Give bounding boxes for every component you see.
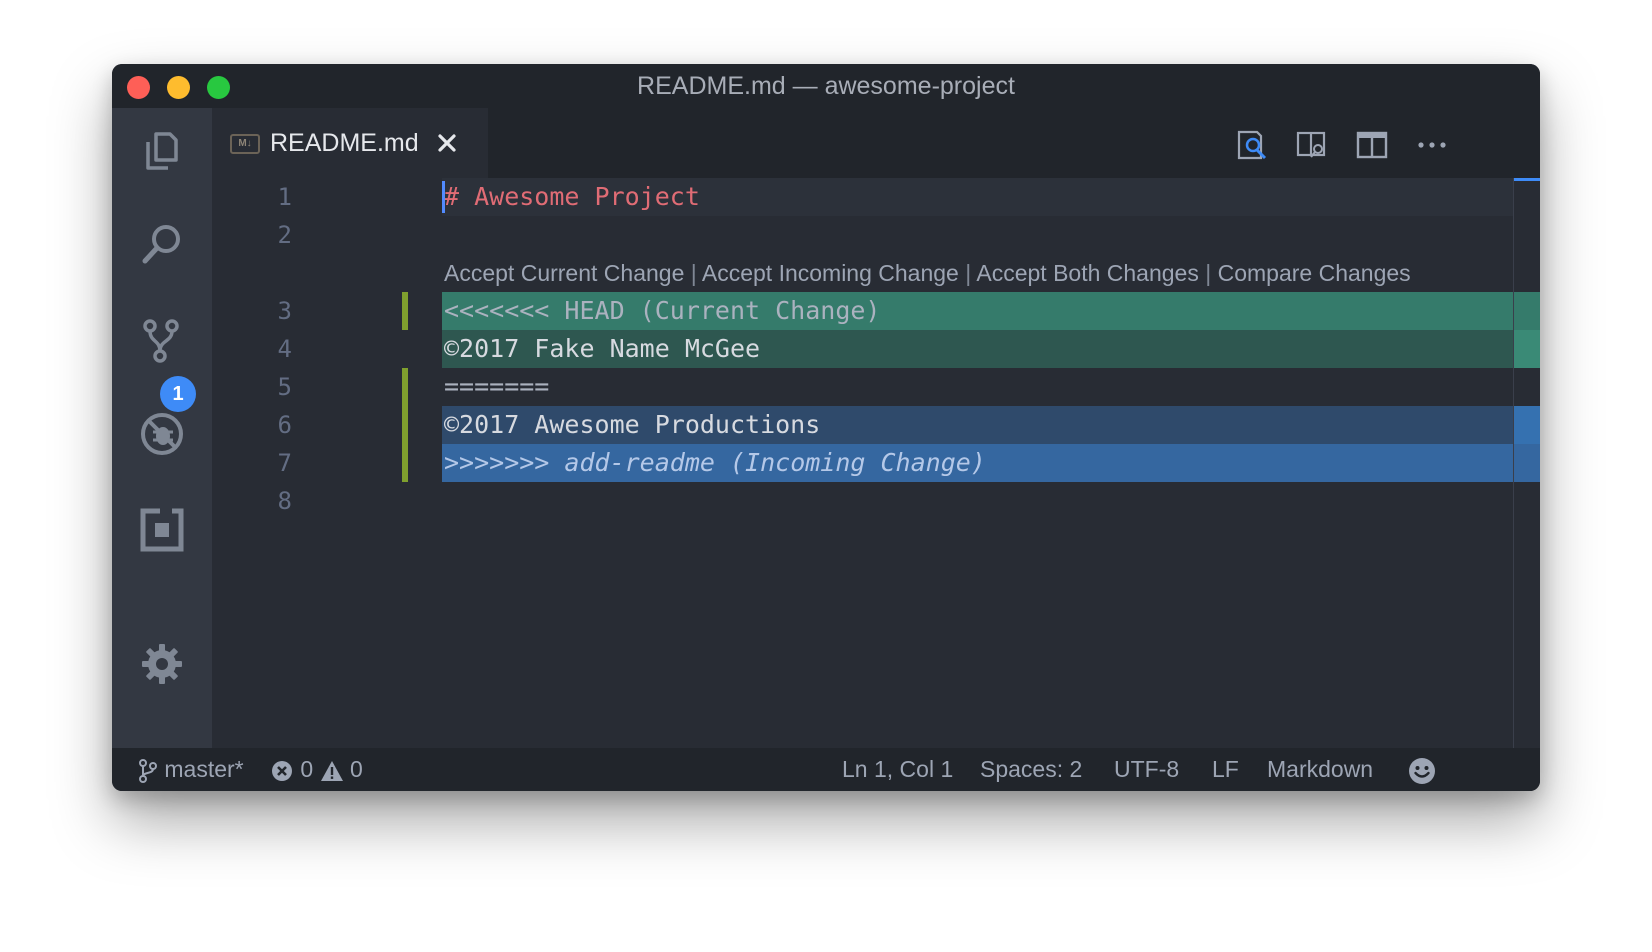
text-cursor — [442, 181, 445, 213]
window-title: README.md — awesome-project — [637, 72, 1015, 100]
tab-label: README.md — [270, 129, 419, 157]
line-number: 4 — [277, 335, 292, 363]
smiley-icon — [1409, 757, 1435, 784]
git-gutter-marker[interactable] — [402, 368, 408, 482]
overview-ruler-incoming — [1514, 444, 1540, 482]
extensions-icon[interactable] — [138, 506, 186, 554]
git-branch-icon — [139, 758, 157, 783]
cursor-position[interactable]: Ln 1, Col 1 — [842, 748, 953, 791]
merge-conflict-codelens: Accept Current Change | Accept Incoming … — [444, 254, 1411, 292]
code-line-incoming-header[interactable]: >>>>>>> add-readme (Incoming Change) — [442, 444, 1514, 482]
overview-ruler-current — [1514, 292, 1540, 330]
line-number: 6 — [277, 411, 292, 439]
overview-ruler-incoming — [1514, 406, 1540, 444]
branch-status[interactable]: master* — [138, 748, 244, 791]
close-icon[interactable] — [434, 130, 460, 156]
language-mode[interactable]: Markdown — [1267, 748, 1373, 791]
compare-changes-link[interactable]: Compare Changes — [1218, 260, 1411, 286]
line-number: 3 — [277, 297, 292, 325]
eol-status[interactable]: LF — [1212, 748, 1239, 791]
codelens-separator: | — [965, 260, 972, 286]
open-preview-side-icon[interactable] — [1295, 128, 1329, 162]
source-control-badge: 1 — [160, 376, 196, 412]
editor-area[interactable]: 1 2 3 4 5 6 7 8 # Awesome Project Accept… — [212, 178, 1540, 748]
line-number: 5 — [277, 373, 292, 401]
line-number: 1 — [277, 183, 292, 211]
source-control-icon[interactable] — [138, 316, 186, 364]
accept-both-changes-link[interactable]: Accept Both Changes — [976, 260, 1198, 286]
warning-icon — [320, 760, 343, 781]
accept-incoming-change-link[interactable]: Accept Incoming Change — [702, 260, 959, 286]
title-bar: README.md — awesome-project — [112, 64, 1540, 108]
overview-ruler-current — [1514, 330, 1540, 368]
tab-readme[interactable]: M↓ README.md — [212, 108, 488, 178]
feedback-button[interactable] — [1408, 748, 1436, 791]
editor-window: README.md — awesome-project 1 M↓ README.… — [112, 64, 1540, 791]
git-gutter-marker[interactable] — [402, 292, 408, 330]
code-line-separator[interactable]: ======= — [442, 368, 1514, 406]
code-line-current-content[interactable]: ©2017 Fake Name McGee — [442, 330, 1514, 368]
open-preview-icon[interactable] — [1235, 128, 1269, 162]
branch-name: master* — [164, 756, 244, 782]
problems-status[interactable]: 0 0 — [270, 748, 363, 791]
tab-bar: M↓ README.md — [212, 108, 1540, 178]
indentation-status[interactable]: Spaces: 2 — [980, 748, 1082, 791]
debug-icon[interactable] — [138, 410, 186, 458]
warning-count: 0 — [349, 756, 363, 782]
overview-ruler-cursor — [1514, 178, 1540, 181]
error-count: 0 — [300, 756, 314, 782]
search-icon[interactable] — [138, 220, 186, 268]
split-editor-icon[interactable] — [1355, 128, 1389, 162]
line-number: 7 — [277, 449, 292, 477]
gear-icon[interactable] — [138, 640, 186, 688]
incoming-branch-label: add-readme (Incoming Change) — [564, 448, 986, 477]
markdown-file-icon: M↓ — [230, 134, 260, 154]
error-icon — [272, 760, 292, 781]
codelens-separator: | — [1205, 260, 1212, 286]
encoding-status[interactable]: UTF-8 — [1114, 748, 1179, 791]
accept-current-change-link[interactable]: Accept Current Change — [444, 260, 684, 286]
codelens-separator: | — [690, 260, 697, 286]
code-line-incoming-content[interactable]: ©2017 Awesome Productions — [442, 406, 1514, 444]
line-number: 8 — [277, 487, 292, 515]
conflict-marker: >>>>>>> — [444, 448, 565, 477]
status-bar: master* 0 0 Ln 1, Col 1 Spaces: 2 UTF-8 … — [112, 748, 1540, 791]
code-line-heading[interactable]: # Awesome Project — [442, 178, 1514, 216]
more-icon[interactable] — [1415, 128, 1449, 162]
activity-bar: 1 — [112, 108, 212, 748]
line-number: 2 — [277, 221, 292, 249]
files-icon[interactable] — [138, 126, 186, 174]
code-line-current-header[interactable]: <<<<<<< HEAD (Current Change) — [442, 292, 1514, 330]
